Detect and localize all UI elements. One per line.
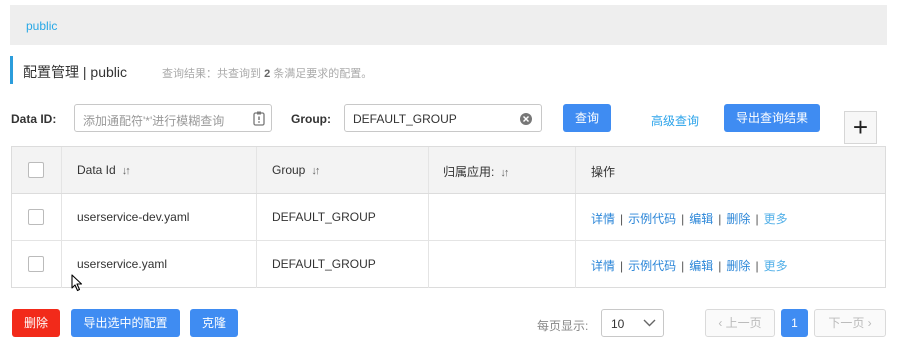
page-size-select[interactable]: 10 <box>601 309 664 337</box>
edit-link[interactable]: 编辑 <box>689 259 713 273</box>
more-link[interactable]: 更多 <box>764 259 788 273</box>
sort-icon[interactable]: ↓↑ <box>122 165 131 177</box>
prev-page-button[interactable]: ‹ 上一页 <box>705 309 775 337</box>
clipboard-icon[interactable] <box>253 111 265 126</box>
chevron-down-icon <box>643 319 656 327</box>
data-id-label: Data ID: <box>11 112 57 126</box>
row-actions: 详情 | 示例代码 | 编辑 | 删除 | 更多 <box>591 259 788 273</box>
delete-link[interactable]: 删除 <box>726 212 750 226</box>
query-result-summary: 查询结果：共查询到 2 条满足要求的配置。 <box>162 68 373 80</box>
chevron-right-icon: › <box>867 316 872 330</box>
page-header: 配置管理 | public 查询结果：共查询到 2 条满足要求的配置。 <box>10 56 880 86</box>
column-header-data-id[interactable]: Data Id ↓↑ <box>77 163 131 177</box>
more-link[interactable]: 更多 <box>764 212 788 226</box>
advanced-query-link[interactable]: 高级查询 <box>651 112 699 129</box>
row-checkbox[interactable] <box>28 209 44 225</box>
table-header: Data Id ↓↑ Group ↓↑ 归属应用: ↓↑ 操作 <box>12 147 885 194</box>
data-id-input[interactable]: 添加通配符'*'进行模糊查询 <box>74 104 272 132</box>
sort-icon[interactable]: ↓↑ <box>311 165 320 177</box>
title-accent-bar <box>10 56 13 84</box>
next-page-button[interactable]: 下一页 › <box>814 309 886 337</box>
chevron-left-icon: ‹ <box>718 316 723 330</box>
cell-group: DEFAULT_GROUP <box>272 210 376 224</box>
group-input[interactable]: DEFAULT_GROUP <box>344 104 542 132</box>
edit-link[interactable]: 编辑 <box>689 212 713 226</box>
export-results-button[interactable]: 导出查询结果 <box>724 104 820 132</box>
cell-data-id: userservice.yaml <box>77 257 168 271</box>
details-link[interactable]: 详情 <box>591 212 615 226</box>
tab-public[interactable]: public <box>26 19 57 33</box>
tab-bar: public <box>10 5 887 45</box>
filter-bar: Data ID: 添加通配符'*'进行模糊查询 Group: DEFAULT_G… <box>0 104 899 136</box>
group-label: Group: <box>291 112 331 126</box>
export-selected-button[interactable]: 导出选中的配置 <box>71 309 180 337</box>
page-1-button[interactable]: 1 <box>781 309 808 337</box>
row-actions: 详情 | 示例代码 | 编辑 | 删除 | 更多 <box>591 212 788 226</box>
column-header-actions: 操作 <box>591 165 616 179</box>
table-row: userservice.yaml DEFAULT_GROUP 详情 | 示例代码 | 编… <box>12 241 885 288</box>
select-all-checkbox[interactable] <box>28 162 44 178</box>
config-table: Data Id ↓↑ Group ↓↑ 归属应用: ↓↑ 操作 userservice… <box>11 146 886 288</box>
cell-data-id: userservice-dev.yaml <box>77 210 190 224</box>
page-size-value: 10 <box>611 317 625 331</box>
clone-button[interactable]: 克隆 <box>190 309 238 337</box>
table-row: userservice-dev.yaml DEFAULT_GROUP 详情 | 示例… <box>12 194 885 241</box>
sort-icon[interactable]: ↓↑ <box>500 167 509 179</box>
group-value: DEFAULT_GROUP <box>353 112 457 126</box>
page-title: 配置管理 | public <box>23 64 127 80</box>
details-link[interactable]: 详情 <box>591 259 615 273</box>
sample-code-link[interactable]: 示例代码 <box>628 259 676 273</box>
row-checkbox[interactable] <box>28 256 44 272</box>
column-header-group[interactable]: Group ↓↑ <box>272 163 320 177</box>
column-header-app[interactable]: 归属应用: ↓↑ <box>443 163 509 180</box>
data-id-placeholder: 添加通配符'*'进行模糊查询 <box>83 114 225 128</box>
delete-link[interactable]: 删除 <box>726 259 750 273</box>
mouse-cursor-icon <box>71 274 83 292</box>
query-button[interactable]: 查询 <box>563 104 611 132</box>
sample-code-link[interactable]: 示例代码 <box>628 212 676 226</box>
page-size-label: 每页显示: <box>537 319 589 333</box>
delete-selected-button[interactable]: 删除 <box>12 309 60 337</box>
cell-group: DEFAULT_GROUP <box>272 257 376 271</box>
add-config-button[interactable]: + <box>844 111 877 144</box>
clear-icon[interactable] <box>520 113 532 125</box>
